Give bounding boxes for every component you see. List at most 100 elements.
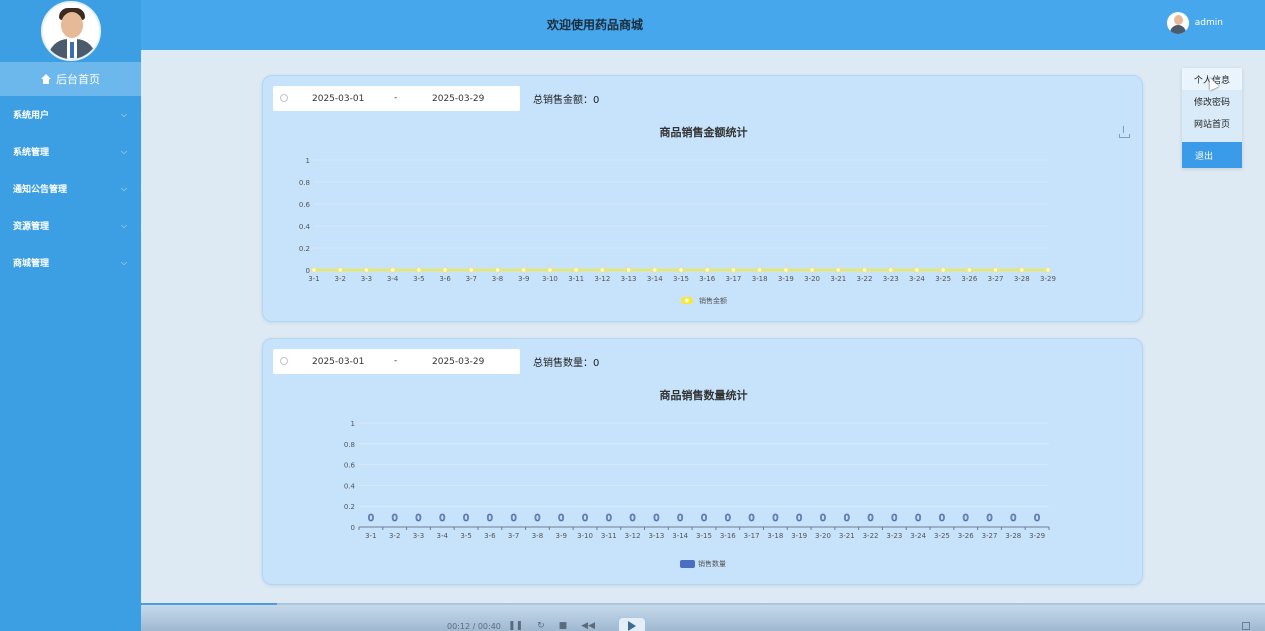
data-label: 0 bbox=[915, 513, 921, 524]
chevron-down-icon: ⌵ bbox=[120, 220, 127, 230]
data-label: 0 bbox=[963, 513, 969, 524]
data-point bbox=[704, 267, 710, 273]
data-label: 0 bbox=[606, 513, 612, 524]
media-controls: ❚❚ ↻ ■ ◀◀ bbox=[508, 621, 595, 631]
menu-item-logout[interactable]: 退出 bbox=[1182, 142, 1242, 168]
data-label: 0 bbox=[796, 513, 802, 524]
data-label: 0 bbox=[677, 513, 683, 524]
data-label: 0 bbox=[629, 513, 635, 524]
x-tick-label: 3-24 bbox=[909, 275, 925, 283]
data-label: 0 bbox=[986, 513, 992, 524]
page-title: 欢迎使用药品商城 bbox=[547, 18, 644, 32]
x-tick-label: 3-26 bbox=[958, 532, 974, 540]
x-tick-label: 3-8 bbox=[532, 532, 543, 540]
sidebar-item-label: 通知公告管理 bbox=[13, 185, 68, 195]
sidebar-item-system-management[interactable]: 系统管理 ⌵ bbox=[0, 133, 141, 170]
avatar[interactable] bbox=[40, 1, 101, 61]
data-point bbox=[809, 267, 815, 273]
x-tick-label: 3-3 bbox=[413, 532, 424, 540]
x-tick-label: 3-9 bbox=[518, 275, 529, 283]
data-point bbox=[547, 267, 553, 273]
sidebar-avatar-area bbox=[0, 0, 141, 62]
data-label: 0 bbox=[844, 513, 850, 524]
x-tick-label: 3-19 bbox=[778, 275, 794, 283]
x-tick-label: 3-21 bbox=[839, 532, 855, 540]
x-tick-label: 3-25 bbox=[935, 275, 951, 283]
chevron-down-icon: ⌵ bbox=[120, 146, 127, 156]
data-point bbox=[573, 267, 579, 273]
sidebar-item-system-users[interactable]: 系统用户 ⌵ bbox=[0, 96, 141, 133]
home-icon bbox=[41, 74, 51, 84]
x-tick-label: 3-23 bbox=[886, 532, 902, 540]
sales-amount-card: 2025-03-01 - 2025-03-29 总销售金额：0 商品销售金额统计… bbox=[262, 75, 1143, 322]
user-avatar[interactable] bbox=[1166, 12, 1189, 34]
sidebar-item-label: 系统用户 bbox=[13, 111, 50, 121]
play-button[interactable] bbox=[619, 618, 645, 631]
x-tick-label: 3-9 bbox=[556, 532, 567, 540]
x-tick-label: 3-29 bbox=[1040, 275, 1056, 283]
progress-track[interactable] bbox=[141, 603, 1265, 605]
progress-fill bbox=[141, 603, 277, 605]
data-label: 0 bbox=[867, 513, 873, 524]
sales-amount-chart: 0 0.2 0.4 0.6 0.8 1 3-1 3-2 3-3 3-4 3-5 3-6 3-7 3-8 3-… bbox=[299, 157, 1056, 305]
x-tick-label: 3-19 bbox=[791, 532, 807, 540]
data-point bbox=[1045, 267, 1051, 273]
data-point bbox=[599, 267, 606, 273]
menu-item-change-password[interactable]: 修改密码 bbox=[1182, 90, 1242, 112]
rewind-icon[interactable]: ◀◀ bbox=[581, 621, 595, 631]
x-tick-label: 3-4 bbox=[387, 275, 399, 283]
data-label: 0 bbox=[725, 513, 731, 524]
y-tick-label: 0.2 bbox=[299, 245, 310, 253]
x-tick-label: 3-1 bbox=[365, 532, 376, 540]
x-tick-label: 3-22 bbox=[863, 532, 879, 540]
x-tick-label: 3-2 bbox=[334, 275, 345, 283]
sidebar-item-shop-management[interactable]: 商城管理 ⌵ bbox=[0, 244, 141, 281]
sidebar-item-resource-management[interactable]: 资源管理 ⌵ bbox=[0, 207, 141, 244]
x-tick-label: 3-17 bbox=[725, 275, 741, 283]
menu-item-site-home[interactable]: 网站首页 bbox=[1182, 112, 1242, 134]
x-tick-label: 3-18 bbox=[767, 532, 783, 540]
sidebar-item-notice-management[interactable]: 通知公告管理 ⌵ bbox=[0, 170, 141, 207]
loop-icon[interactable]: ↻ bbox=[537, 621, 545, 631]
x-tick-label: 3-25 bbox=[934, 532, 950, 540]
data-point bbox=[416, 267, 422, 273]
data-point bbox=[966, 267, 973, 273]
x-tick-label: 3-27 bbox=[982, 532, 998, 540]
pause-icon[interactable]: ❚❚ bbox=[508, 621, 523, 631]
data-point bbox=[992, 267, 999, 273]
data-point bbox=[835, 267, 841, 273]
x-tick-label: 3-13 bbox=[648, 532, 664, 540]
data-point bbox=[888, 267, 894, 273]
y-tick-label: 0.6 bbox=[344, 462, 356, 470]
y-tick-label: 0.6 bbox=[299, 201, 311, 209]
x-tick-label: 3-27 bbox=[988, 275, 1004, 283]
sidebar-item-home[interactable]: 后台首页 bbox=[0, 62, 141, 96]
x-tick-label: 3-22 bbox=[857, 275, 873, 283]
data-label: 0 bbox=[534, 513, 540, 524]
x-tick-label: 3-7 bbox=[508, 532, 519, 540]
x-tick-label: 3-17 bbox=[744, 532, 760, 540]
x-tick-label: 3-29 bbox=[1029, 532, 1045, 540]
data-point bbox=[756, 267, 763, 273]
x-tick-label: 3-13 bbox=[621, 275, 637, 283]
x-tick-label: 3-12 bbox=[625, 532, 641, 540]
fullscreen-icon[interactable] bbox=[1242, 622, 1250, 630]
x-tick-label: 3-26 bbox=[961, 275, 977, 283]
x-tick-label: 3-8 bbox=[492, 275, 503, 283]
x-tick-label: 3-5 bbox=[413, 275, 424, 283]
top-header: 欢迎使用药品商城 admin bbox=[141, 0, 1265, 50]
x-tick-label: 3-5 bbox=[460, 532, 471, 540]
media-control-bar: 00:12 / 00:40 ❚❚ ↻ ■ ◀◀ bbox=[0, 603, 1265, 631]
sidebar-item-label: 后台首页 bbox=[56, 73, 100, 86]
data-point bbox=[625, 267, 632, 273]
data-label: 0 bbox=[487, 513, 493, 524]
x-tick-label: 3-14 bbox=[672, 532, 688, 540]
stop-icon[interactable]: ■ bbox=[559, 621, 568, 631]
user-menu-trigger[interactable]: admin bbox=[1166, 12, 1223, 34]
x-tick-label: 3-20 bbox=[804, 275, 820, 283]
data-label: 0 bbox=[1034, 513, 1040, 524]
y-tick-label: 0 bbox=[351, 524, 355, 532]
data-point bbox=[678, 267, 684, 273]
user-name[interactable]: admin bbox=[1195, 18, 1223, 28]
media-time: 00:12 / 00:40 bbox=[447, 622, 501, 631]
